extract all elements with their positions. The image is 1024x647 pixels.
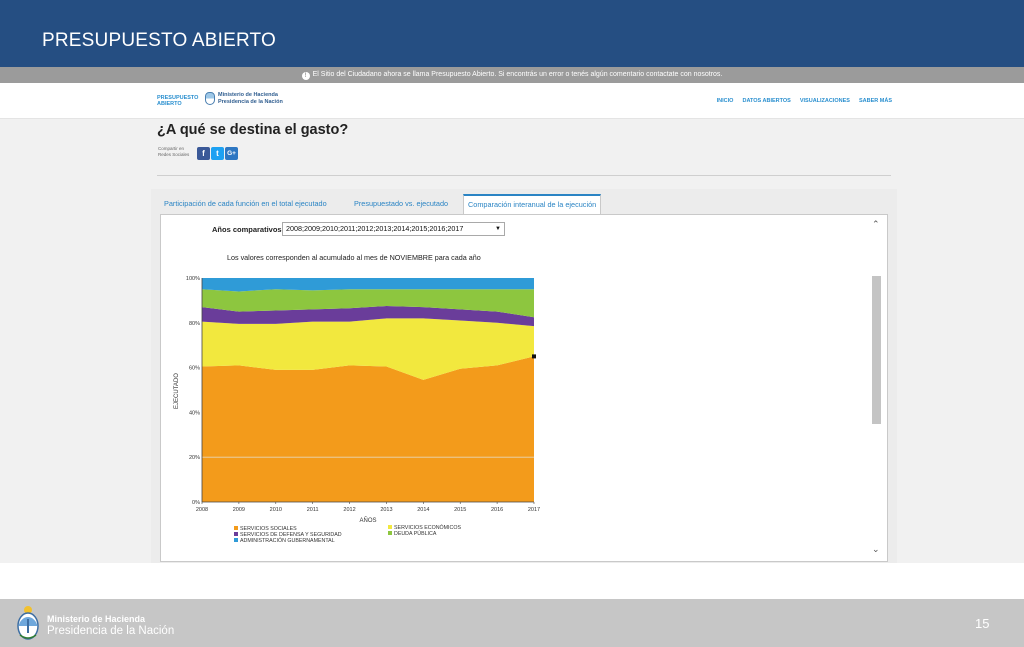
hover-marker xyxy=(532,354,536,359)
x-tick-label: 2010 xyxy=(270,507,282,513)
x-tick-label: 2014 xyxy=(417,507,429,513)
ministry-line-1: Ministerio de Hacienda xyxy=(218,92,278,98)
area-series-0 xyxy=(202,356,534,502)
x-axis-label: AÑOS xyxy=(359,517,376,524)
caret-down-icon: ▼ xyxy=(495,226,501,232)
legend-swatch xyxy=(234,526,238,530)
twitter-icon[interactable]: t xyxy=(211,147,224,160)
y-tick-label: 40% xyxy=(189,410,200,416)
legend-swatch xyxy=(388,531,392,535)
facebook-icon[interactable]: f xyxy=(197,147,210,160)
nav-datos-abiertos[interactable]: DATOS ABIERTOS xyxy=(742,98,790,104)
legend-label: DEUDA PÚBLICA xyxy=(394,530,437,537)
x-tick-label: 2011 xyxy=(307,507,319,513)
tab-comparacion-interanual[interactable]: Comparación interanual de la ejecución xyxy=(463,194,602,215)
years-label: Años comparativos: xyxy=(212,225,285,234)
ministry-line-2: Presidencia de la Nación xyxy=(218,98,283,105)
nav-links: INICIO DATOS ABIERTOS VISUALIZACIONES SA… xyxy=(717,98,892,104)
tab-participacion[interactable]: Participación de cada función en el tota… xyxy=(164,194,327,214)
stacked-area-chart: 0% 20% 40% 60% 80% 100% 2008 2009 2010 2011 2012 20… xyxy=(174,276,540,544)
legend-swatch xyxy=(234,538,238,542)
legend-label: ADMINISTRACIÓN GUBERNAMENTAL xyxy=(240,537,335,544)
y-tick-label: 60% xyxy=(189,366,200,372)
scroll-up-arrow-icon[interactable]: ⌃ xyxy=(872,220,880,229)
y-tick-label: 80% xyxy=(189,321,200,327)
slide-title: PRESUPUESTO ABIERTO xyxy=(42,30,276,51)
y-axis-label: EJECUTADO xyxy=(174,373,180,409)
years-select[interactable]: 2008;2009;2010;2011;2012;2013;2014;2015;… xyxy=(282,222,505,236)
legend-swatch xyxy=(388,525,392,529)
tab-presupuestado-vs-ejecutado[interactable]: Presupuestado vs. ejecutado xyxy=(354,194,448,214)
nav-visualizaciones[interactable]: VISUALIZACIONES xyxy=(800,98,850,104)
legend-swatch xyxy=(234,532,238,536)
legend-label: SERVICIOS ECONÓMICOS xyxy=(394,524,461,531)
logo-line-2: ABIERTO xyxy=(157,101,182,107)
chart-note: Los valores corresponden al acumulado al… xyxy=(227,253,481,262)
footer-presidency: Presidencia de la Nación xyxy=(47,625,175,637)
coat-of-arms-icon xyxy=(205,92,215,105)
x-tick-label: 2017 xyxy=(528,507,540,513)
share-label: Compartir en Redes Sociales xyxy=(158,146,190,157)
site-navbar: PRESUPUESTO ABIERTO Ministerio de Hacien… xyxy=(0,83,1024,119)
years-select-value: 2008;2009;2010;2011;2012;2013;2014;2015;… xyxy=(286,224,464,233)
y-tick-label: 20% xyxy=(189,455,200,461)
divider xyxy=(157,175,891,176)
x-tick-label: 2008 xyxy=(196,507,208,513)
info-icon: ! xyxy=(301,72,310,80)
scrollbar-thumb[interactable] xyxy=(872,276,881,424)
notice-text: El Sitio del Ciudadano ahora se llama Pr… xyxy=(312,71,723,78)
ministry-logo: Ministerio de Hacienda Presidencia de la… xyxy=(205,92,283,105)
notice-bar: ! El Sitio del Ciudadano ahora se llama P… xyxy=(0,67,1024,83)
x-tick-label: 2013 xyxy=(380,507,392,513)
nav-saber-mas[interactable]: SABER MÁS xyxy=(859,98,892,104)
x-tick-label: 2015 xyxy=(454,507,466,513)
footer-ministry: Ministerio de Hacienda xyxy=(47,614,146,624)
x-tick-label: 2009 xyxy=(233,507,245,513)
y-tick-label: 100% xyxy=(186,276,200,282)
page-number: 15 xyxy=(975,616,990,631)
slide-footer xyxy=(0,599,1024,647)
presupuesto-abierto-logo[interactable]: PRESUPUESTO ABIERTO xyxy=(157,95,198,107)
x-tick-label: 2016 xyxy=(491,507,503,513)
coat-of-arms-icon xyxy=(17,606,39,640)
x-tick-label: 2012 xyxy=(343,507,355,513)
y-tick-label: 0% xyxy=(192,500,200,506)
google-plus-icon[interactable]: G+ xyxy=(225,147,238,160)
page-heading: ¿A qué se destina el gasto? xyxy=(157,122,349,138)
nav-inicio[interactable]: INICIO xyxy=(717,98,734,104)
scroll-down-arrow-icon[interactable]: ⌄ xyxy=(872,545,880,554)
